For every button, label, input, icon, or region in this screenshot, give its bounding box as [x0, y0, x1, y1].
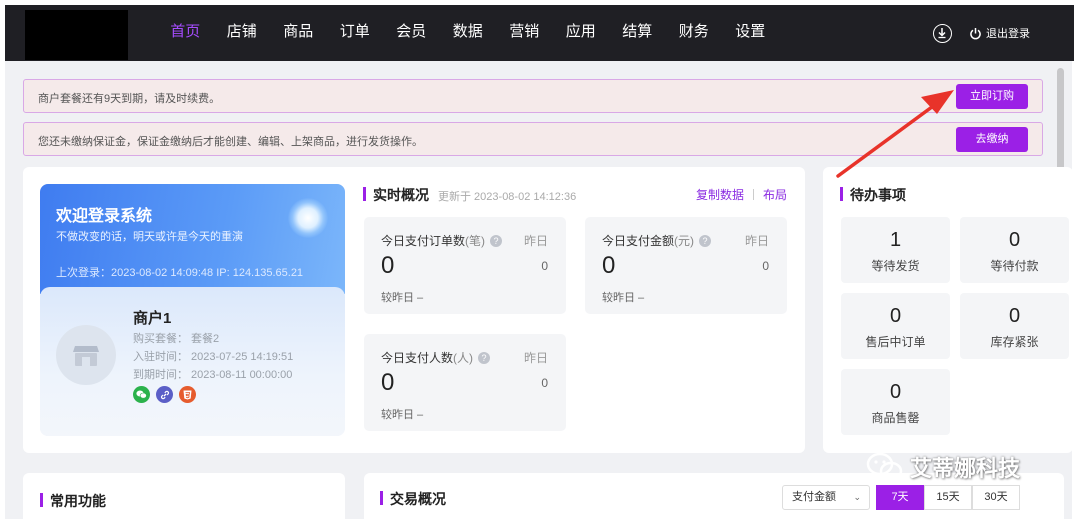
nav-item-home[interactable]: 首页	[157, 5, 214, 61]
metric-select[interactable]: 支付金额 ⌄	[782, 485, 870, 510]
nav-item-products[interactable]: 商品	[270, 5, 327, 61]
stat-yesterday-value: 0	[762, 259, 769, 273]
todo-count: 1	[889, 229, 902, 251]
wechat-watermark-icon	[866, 452, 903, 481]
stat-today-amount: 今日支付金额(元)? 昨日 0 0 较昨日 –	[585, 217, 787, 314]
stat-today-buyers: 今日支付人数(人)? 昨日 0 0 较昨日 –	[364, 334, 566, 431]
link-icon[interactable]	[156, 386, 173, 403]
order-now-button[interactable]: 立即订购	[956, 84, 1028, 109]
power-icon	[970, 27, 981, 39]
help-icon[interactable]: ?	[699, 235, 712, 247]
todo-label: 库存紧张	[990, 335, 1039, 349]
metric-select-value: 支付金额	[792, 491, 836, 503]
link-divider	[753, 189, 754, 200]
merchant-expire-time: 到期时间： 2023-08-11 00:00:00	[133, 369, 293, 381]
watermark-text: 艾蒂娜科技	[910, 456, 1021, 481]
help-icon[interactable]: ?	[478, 352, 491, 364]
todo-count: 0	[1008, 305, 1021, 327]
merchant-package: 购买套餐： 套餐2	[133, 333, 220, 345]
stat-compare: 较昨日 –	[381, 409, 424, 421]
logout-button[interactable]: 退出登录	[969, 23, 1030, 43]
logout-label: 退出登录	[986, 28, 1030, 40]
last-login-info: 上次登录：2023-08-02 14:09:48 IP: 124.135.65.…	[56, 267, 304, 279]
range-7-days[interactable]: 7天	[876, 485, 924, 510]
nav-item-marketing[interactable]: 营销	[496, 5, 553, 61]
nav-item-shop[interactable]: 店铺	[214, 5, 271, 61]
stat-yesterday-label: 昨日	[744, 234, 769, 248]
deposit-alert: 您还未缴纳保证金，保证金缴纳后才能创建、编辑、上架商品，进行发货操作。 去缴纳	[23, 122, 1043, 156]
stat-label: 今日支付金额(元)?	[602, 232, 712, 249]
nav-item-settings[interactable]: 设置	[722, 5, 779, 61]
chevron-down-icon: ⌄	[853, 492, 861, 502]
layout-link[interactable]: 布局	[763, 186, 787, 203]
nav-item-finance[interactable]: 财务	[666, 5, 723, 61]
stat-yesterday-label: 昨日	[523, 351, 548, 365]
stat-value: 0	[381, 369, 395, 396]
sun-decoration-icon	[288, 198, 328, 238]
download-icon[interactable]	[933, 24, 952, 43]
merchant-joined-time: 入驻时间： 2023-07-25 14:19:51	[133, 351, 294, 363]
top-nav-bar: 首页 店铺 商品 订单 会员 数据 营销 应用 结算 财务 设置 退出登录	[5, 5, 1074, 61]
merchant-name: 商户1	[133, 310, 172, 327]
copy-data-link[interactable]: 复制数据	[696, 186, 744, 203]
stat-yesterday-label: 昨日	[523, 234, 548, 248]
trade-overview-title: 交易概况	[380, 489, 446, 509]
logo[interactable]	[25, 10, 128, 60]
todo-awaiting-payment[interactable]: 0 等待付款	[960, 217, 1069, 283]
todo-low-stock[interactable]: 0 库存紧张	[960, 293, 1069, 359]
welcome-banner: 欢迎登录系统 不做改变的话，明天或许是今天的重演 上次登录：2023-08-02…	[40, 184, 345, 294]
store-avatar	[56, 325, 116, 385]
todo-count: 0	[1008, 229, 1021, 251]
wechat-icon[interactable]	[133, 386, 150, 403]
todo-label: 等待发货	[871, 259, 920, 273]
todo-after-sales[interactable]: 0 售后中订单	[841, 293, 950, 359]
todo-count: 0	[889, 305, 902, 327]
welcome-panel: 欢迎登录系统 不做改变的话，明天或许是今天的重演 上次登录：2023-08-02…	[40, 184, 345, 436]
stat-yesterday-value: 0	[541, 259, 548, 273]
renewal-alert-message: 商户套餐还有9天到期，请及时续费。	[38, 93, 221, 105]
stat-today-orders: 今日支付订单数(笔)? 昨日 0 0 较昨日 –	[364, 217, 566, 314]
nav-item-orders[interactable]: 订单	[327, 5, 384, 61]
stat-label: 今日支付订单数(笔)?	[381, 232, 503, 249]
stat-value: 0	[602, 252, 616, 279]
realtime-updated-time: 更新于 2023-08-02 14:12:36	[438, 191, 577, 203]
merchant-channel-icons	[133, 386, 196, 403]
watermark: 艾蒂娜科技	[866, 451, 1020, 483]
realtime-title: 实时概况	[363, 185, 429, 205]
deposit-alert-message: 您还未缴纳保证金，保证金缴纳后才能创建、编辑、上架商品，进行发货操作。	[38, 136, 423, 148]
stat-compare: 较昨日 –	[602, 292, 645, 304]
help-icon[interactable]: ?	[490, 235, 503, 247]
stat-yesterday-value: 0	[541, 376, 548, 390]
merchant-info: 商户1 购买套餐： 套餐2 入驻时间： 2023-07-25 14:19:51 …	[40, 287, 345, 436]
todo-label: 商品售罄	[871, 411, 920, 425]
main-nav: 首页 店铺 商品 订单 会员 数据 营销 应用 结算 财务 设置	[157, 5, 779, 61]
todo-awaiting-shipment[interactable]: 1 等待发货	[841, 217, 950, 283]
pay-deposit-button[interactable]: 去缴纳	[956, 127, 1028, 152]
store-icon	[73, 346, 99, 366]
todo-label: 等待付款	[990, 259, 1039, 273]
nav-item-data[interactable]: 数据	[440, 5, 497, 61]
range-15-days[interactable]: 15天	[924, 485, 972, 510]
welcome-subtitle: 不做改变的话，明天或许是今天的重演	[56, 231, 243, 243]
todo-title: 待办事项	[840, 185, 906, 205]
stat-value: 0	[381, 252, 395, 279]
html5-icon[interactable]	[179, 386, 196, 403]
stat-compare: 较昨日 –	[381, 292, 424, 304]
common-functions-title: 常用功能	[40, 491, 106, 511]
range-30-days[interactable]: 30天	[972, 485, 1020, 510]
welcome-title: 欢迎登录系统	[56, 208, 153, 225]
nav-item-members[interactable]: 会员	[383, 5, 440, 61]
stat-label: 今日支付人数(人)?	[381, 349, 491, 366]
nav-item-settlement[interactable]: 结算	[609, 5, 666, 61]
todo-label: 售后中订单	[865, 335, 926, 349]
todo-sold-out[interactable]: 0 商品售罄	[841, 369, 950, 435]
renewal-alert: 商户套餐还有9天到期，请及时续费。 立即订购	[23, 79, 1043, 113]
nav-item-apps[interactable]: 应用	[553, 5, 610, 61]
todo-count: 0	[889, 381, 902, 403]
